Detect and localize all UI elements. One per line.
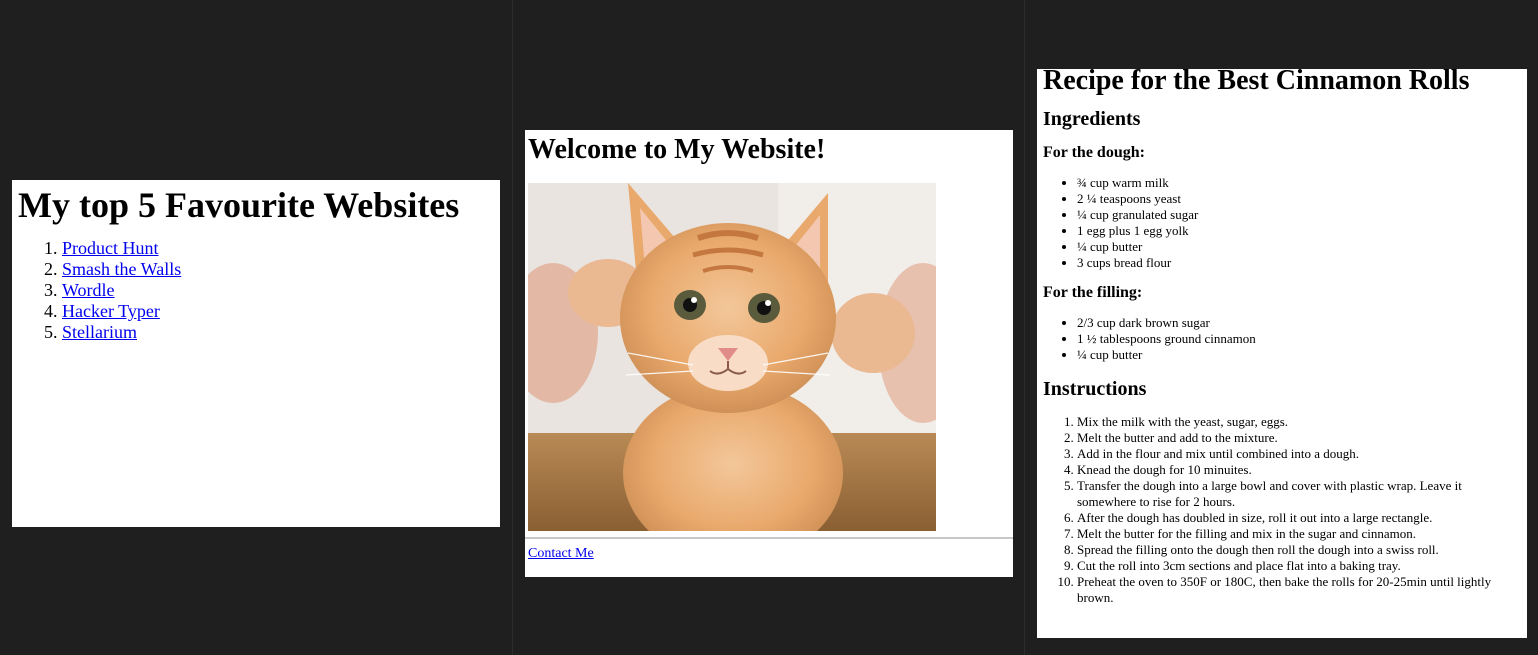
panel-divider-2 [1024, 0, 1025, 655]
list-item: Hacker Typer [62, 301, 500, 322]
filling-ingredient-list: 2/3 cup dark brown sugar 1 ½ tablespoons… [1037, 315, 1527, 363]
list-item: ¼ cup butter [1077, 239, 1527, 255]
list-item: ¼ cup butter [1077, 347, 1527, 363]
list-item: Spread the filling onto the dough then r… [1077, 542, 1517, 558]
page-title: Welcome to My Website! [528, 134, 826, 165]
website-link-stellarium[interactable]: Stellarium [62, 322, 137, 342]
horizontal-divider [525, 537, 1013, 539]
list-item: Add in the flour and mix until combined … [1077, 446, 1517, 462]
list-item: Transfer the dough into a large bowl and… [1077, 478, 1517, 510]
website-list: Product Hunt Smash the Walls Wordle Hack… [12, 238, 500, 343]
list-item: 3 cups bread flour [1077, 255, 1527, 271]
list-item: Melt the butter and add to the mixture. [1077, 430, 1517, 446]
list-item: 2/3 cup dark brown sugar [1077, 315, 1527, 331]
panel-divider-1 [512, 0, 513, 655]
list-item: ¼ cup granulated sugar [1077, 207, 1527, 223]
list-item: Preheat the oven to 350F or 180C, then b… [1077, 574, 1517, 606]
list-item: 1 ½ tablespoons ground cinnamon [1077, 331, 1527, 347]
list-item: 2 ¼ teaspoons yeast [1077, 191, 1527, 207]
list-item: Cut the roll into 3cm sections and place… [1077, 558, 1517, 574]
instructions-heading: Instructions [1043, 378, 1147, 400]
contact-me-link[interactable]: Contact Me [528, 546, 594, 562]
dough-heading: For the dough: [1043, 144, 1145, 161]
list-item: Product Hunt [62, 238, 500, 259]
website-link-smash-the-walls[interactable]: Smash the Walls [62, 259, 181, 279]
recipe-page: Recipe for the Best Cinnamon Rolls Ingre… [1037, 69, 1527, 638]
list-item: Stellarium [62, 322, 500, 343]
list-item: Smash the Walls [62, 259, 500, 280]
dough-ingredient-list: ¾ cup warm milk 2 ¼ teaspoons yeast ¼ cu… [1037, 175, 1527, 271]
website-link-wordle[interactable]: Wordle [62, 280, 115, 300]
ingredients-heading: Ingredients [1043, 108, 1141, 130]
list-item: Mix the milk with the yeast, sugar, eggs… [1077, 414, 1517, 430]
welcome-page: Welcome to My Website! Contact Me [525, 130, 1013, 577]
website-link-hacker-typer[interactable]: Hacker Typer [62, 301, 160, 321]
list-item: After the dough has doubled in size, rol… [1077, 510, 1517, 526]
filling-heading: For the filling: [1043, 284, 1143, 301]
instruction-steps: Mix the milk with the yeast, sugar, eggs… [1037, 414, 1527, 606]
list-item: 1 egg plus 1 egg yolk [1077, 223, 1527, 239]
list-item: Melt the butter for the filling and mix … [1077, 526, 1517, 542]
kitten-photo [528, 183, 936, 531]
page-title: My top 5 Favourite Websites [18, 185, 460, 225]
list-item: ¾ cup warm milk [1077, 175, 1527, 191]
page-title: Recipe for the Best Cinnamon Rolls [1043, 69, 1470, 96]
website-link-product-hunt[interactable]: Product Hunt [62, 238, 159, 258]
list-item: Wordle [62, 280, 500, 301]
list-item: Knead the dough for 10 minuites. [1077, 462, 1517, 478]
favourite-websites-page: My top 5 Favourite Websites Product Hunt… [12, 180, 500, 527]
